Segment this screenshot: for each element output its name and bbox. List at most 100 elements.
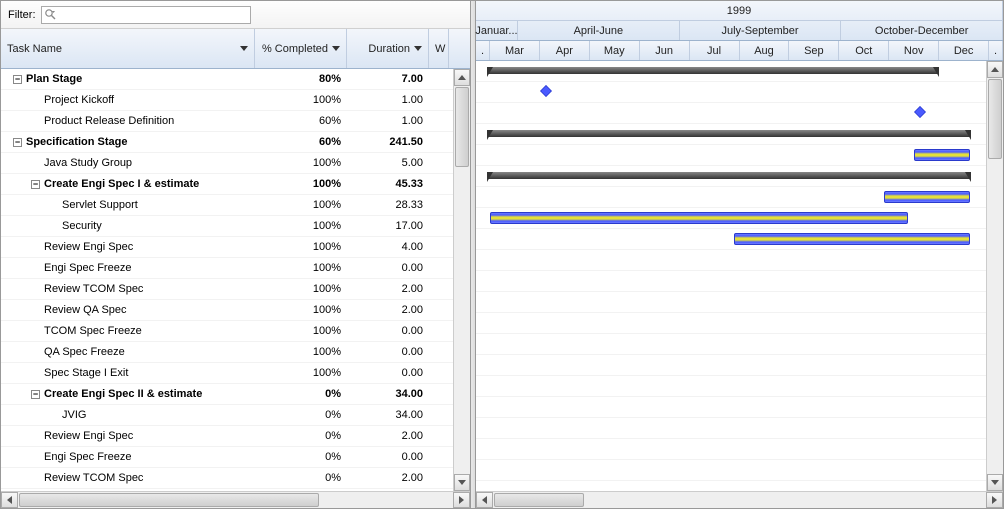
gantt-row[interactable]: [476, 376, 1003, 397]
timescale-month[interactable]: Aug: [740, 41, 790, 60]
milestone-marker[interactable]: [540, 85, 552, 97]
gantt-row[interactable]: [476, 187, 1003, 208]
duration-cell[interactable]: 17.00: [347, 220, 429, 232]
duration-cell[interactable]: 2.00: [347, 430, 429, 442]
completed-cell[interactable]: 100%: [255, 262, 347, 274]
gantt-row[interactable]: [476, 166, 1003, 187]
timescale-month[interactable]: Apr: [540, 41, 590, 60]
col-header-w[interactable]: W: [429, 29, 449, 68]
duration-cell[interactable]: 2.00: [347, 283, 429, 295]
expander-icon[interactable]: −: [31, 180, 40, 189]
completed-cell[interactable]: 100%: [255, 346, 347, 358]
scroll-down-button[interactable]: [454, 474, 470, 491]
grid-vscroll[interactable]: [453, 69, 470, 491]
grid-body[interactable]: −Plan Stage80%7.00Project Kickoff100%1.0…: [1, 69, 470, 491]
duration-cell[interactable]: 2.00: [347, 472, 429, 484]
timescale-quarter[interactable]: April-June: [518, 21, 680, 40]
table-row[interactable]: Project Kickoff100%1.00: [1, 90, 470, 111]
task-name-cell[interactable]: Spec Stage I Exit: [1, 367, 255, 379]
table-row[interactable]: TCOM Spec Freeze100%0.00: [1, 321, 470, 342]
col-header-completed[interactable]: % Completed: [255, 29, 347, 68]
table-row[interactable]: Product Release Definition60%1.00: [1, 111, 470, 132]
duration-cell[interactable]: 2.00: [347, 304, 429, 316]
timescale-month[interactable]: Dec: [939, 41, 989, 60]
scroll-left-button[interactable]: [476, 492, 493, 508]
duration-cell[interactable]: 4.00: [347, 241, 429, 253]
gantt-row[interactable]: [476, 208, 1003, 229]
scroll-left-button[interactable]: [1, 492, 18, 508]
filter-input[interactable]: [41, 6, 251, 24]
gantt-row[interactable]: [476, 355, 1003, 376]
task-bar[interactable]: [884, 191, 970, 203]
timescale-month[interactable]: Jul: [690, 41, 740, 60]
table-row[interactable]: Security100%17.00: [1, 216, 470, 237]
timescale-month[interactable]: Nov: [889, 41, 939, 60]
gantt-row[interactable]: [476, 292, 1003, 313]
duration-cell[interactable]: 0.00: [347, 325, 429, 337]
scroll-thumb[interactable]: [988, 79, 1002, 159]
task-name-cell[interactable]: Review Engi Spec: [1, 241, 255, 253]
gantt-row[interactable]: [476, 250, 1003, 271]
completed-cell[interactable]: 0%: [255, 409, 347, 421]
completed-cell[interactable]: 100%: [255, 241, 347, 253]
gantt-row[interactable]: [476, 271, 1003, 292]
task-name-cell[interactable]: Servlet Support: [1, 199, 255, 211]
completed-cell[interactable]: 60%: [255, 136, 347, 148]
completed-cell[interactable]: 0%: [255, 388, 347, 400]
completed-cell[interactable]: 100%: [255, 199, 347, 211]
completed-cell[interactable]: 0%: [255, 451, 347, 463]
gantt-row[interactable]: [476, 229, 1003, 250]
expander-icon[interactable]: −: [13, 138, 22, 147]
gantt-row[interactable]: [476, 397, 1003, 418]
col-header-duration[interactable]: Duration: [347, 29, 429, 68]
table-row[interactable]: −Specification Stage60%241.50: [1, 132, 470, 153]
milestone-marker[interactable]: [914, 106, 926, 118]
gantt-row[interactable]: [476, 61, 1003, 82]
summary-bar[interactable]: [488, 67, 938, 74]
duration-cell[interactable]: 1.00: [347, 115, 429, 127]
completed-cell[interactable]: 0%: [255, 472, 347, 484]
duration-cell[interactable]: 0.00: [347, 367, 429, 379]
completed-cell[interactable]: 100%: [255, 283, 347, 295]
expander-icon[interactable]: −: [31, 390, 40, 399]
task-name-cell[interactable]: TCOM Spec Freeze: [1, 325, 255, 337]
timescale-quarter[interactable]: October-December: [841, 21, 1003, 40]
scroll-up-button[interactable]: [454, 69, 470, 86]
gantt-row[interactable]: [476, 103, 1003, 124]
task-name-cell[interactable]: Review QA Spec: [1, 304, 255, 316]
timescale-month[interactable]: Sep: [789, 41, 839, 60]
task-bar[interactable]: [914, 149, 970, 161]
task-bar[interactable]: [734, 233, 970, 245]
duration-cell[interactable]: 5.00: [347, 157, 429, 169]
completed-cell[interactable]: 100%: [255, 304, 347, 316]
timescale-quarter-jan[interactable]: Januar...: [476, 21, 518, 40]
task-name-cell[interactable]: Project Kickoff: [1, 94, 255, 106]
task-name-cell[interactable]: JVIG: [1, 409, 255, 421]
table-row[interactable]: −Create Engi Spec II & estimate0%34.00: [1, 384, 470, 405]
scroll-thumb[interactable]: [455, 87, 469, 167]
gantt-hscroll[interactable]: [476, 491, 1003, 508]
duration-cell[interactable]: 34.00: [347, 409, 429, 421]
task-name-cell[interactable]: −Create Engi Spec II & estimate: [1, 388, 255, 400]
table-row[interactable]: Spec Stage I Exit100%0.00: [1, 363, 470, 384]
duration-cell[interactable]: 241.50: [347, 136, 429, 148]
table-row[interactable]: Engi Spec Freeze0%0.00: [1, 447, 470, 468]
table-row[interactable]: Engi Spec Freeze100%0.00: [1, 258, 470, 279]
table-row[interactable]: Review TCOM Spec100%2.00: [1, 279, 470, 300]
timescale-quarter[interactable]: July-September: [680, 21, 842, 40]
duration-cell[interactable]: 7.00: [347, 73, 429, 85]
timescale-month[interactable]: Mar: [490, 41, 540, 60]
duration-cell[interactable]: 45.33: [347, 178, 429, 190]
table-row[interactable]: −Plan Stage80%7.00: [1, 69, 470, 90]
table-row[interactable]: Review Engi Spec0%2.00: [1, 426, 470, 447]
gantt-row[interactable]: [476, 418, 1003, 439]
gantt-row[interactable]: [476, 439, 1003, 460]
timescale-month[interactable]: Oct: [839, 41, 889, 60]
table-row[interactable]: Java Study Group100%5.00: [1, 153, 470, 174]
scroll-down-button[interactable]: [987, 474, 1003, 491]
task-name-cell[interactable]: Product Release Definition: [1, 115, 255, 127]
completed-cell[interactable]: 0%: [255, 430, 347, 442]
task-name-cell[interactable]: Review TCOM Spec: [1, 472, 255, 484]
timescale-month[interactable]: May: [590, 41, 640, 60]
expander-icon[interactable]: −: [13, 75, 22, 84]
